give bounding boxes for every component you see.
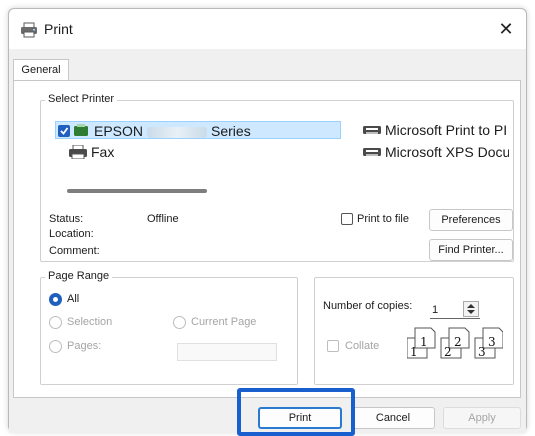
printer-fax-label: Fax [91,144,115,160]
close-icon: ✕ [498,19,514,39]
copies-group: Number of copies: 1 Collate 1 1 2 2 3 3 [314,277,514,385]
radio-all-label: All [67,293,80,305]
window-title: Print [44,21,73,37]
printer-ms-print-label: Microsoft Print to PI [385,122,508,138]
find-printer-button[interactable]: Find Printer... [429,239,513,261]
print-to-file-checkbox[interactable] [341,213,353,225]
collate-page-1a: 1 [410,345,418,359]
radio-pages[interactable] [49,340,62,353]
comment-label: Comment: [49,245,100,257]
spinner-arrows-icon [467,304,475,314]
collate-page-2a: 2 [444,345,452,359]
print-button-highlight [237,388,355,436]
select-printer-group: Select Printer EPSON Series Fax Microsof… [40,93,514,262]
printer-check-icon [58,124,88,137]
radio-pages-label: Pages: [67,340,102,352]
list-horizontal-scrollbar[interactable] [67,189,207,193]
status-value: Offline [147,213,179,225]
fax-icon [69,145,87,159]
print-dialog: Print ✕ General Select Printer EPSON Seri… [8,8,527,433]
radio-current-page-label: Current Page [191,316,257,328]
collate-label: Collate [345,340,380,352]
general-panel: Select Printer EPSON Series Fax Microsof… [13,80,521,398]
preferences-button[interactable]: Preferences [429,209,513,231]
printer-icon [21,22,37,38]
pages-input[interactable] [177,343,277,361]
printer-item-fax[interactable]: Fax [69,143,159,161]
tab-general[interactable]: General [13,59,69,81]
title-bar: Print ✕ [9,9,526,49]
radio-all[interactable] [49,293,62,306]
close-button[interactable]: ✕ [492,16,520,42]
cancel-button[interactable]: Cancel [351,407,435,429]
printer-icon [363,148,381,156]
number-of-copies-label: Number of copies: [323,300,413,312]
location-label: Location: [49,228,94,240]
printer-icon [363,126,381,134]
collate-page-2b: 2 [454,335,462,349]
radio-selection-label: Selection [67,316,113,328]
radio-current-page[interactable] [173,316,186,329]
printer-epson-label-suffix: Series [211,123,251,139]
collate-pages-icon: 1 1 2 2 3 3 [407,327,503,359]
apply-button[interactable]: Apply [443,407,521,429]
status-label: Status: [49,213,84,225]
printer-ms-xps-label: Microsoft XPS Docu [385,144,509,160]
collate-page-3a: 3 [478,345,486,359]
printer-item-epson[interactable]: EPSON Series [55,121,341,139]
collate-page-1b: 1 [420,335,428,349]
radio-selection[interactable] [49,316,62,329]
collate-checkbox[interactable] [327,340,339,352]
printer-epson-label: EPSON [94,123,144,139]
printer-item-ms-xps[interactable]: Microsoft XPS Docu [363,143,509,161]
page-range-group: Page Range All Selection Current Page Pa… [40,270,298,385]
select-printer-label: Select Printer [45,93,118,105]
redacted-model [147,126,208,138]
printer-list[interactable]: EPSON Series Fax Microsoft Print to PI M… [47,111,509,197]
collate-page-3b: 3 [488,335,496,349]
printer-item-ms-print-pdf[interactable]: Microsoft Print to PI [363,121,509,139]
page-range-label: Page Range [45,270,113,282]
print-to-file-label: Print to file [357,213,409,225]
copies-spinner[interactable] [463,301,479,317]
